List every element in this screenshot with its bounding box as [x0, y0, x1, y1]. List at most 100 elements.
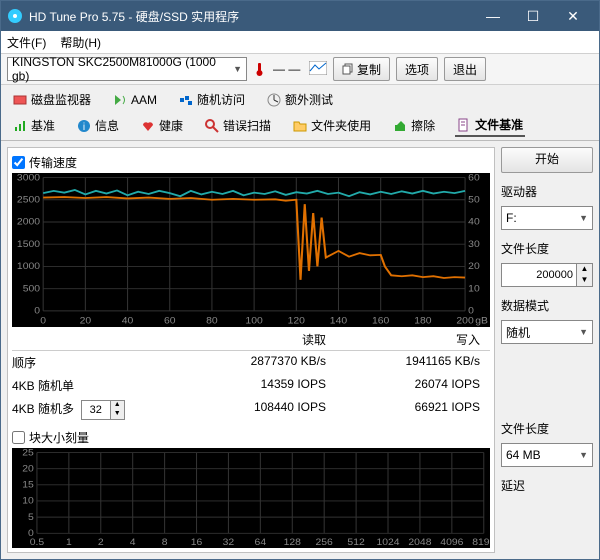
svg-text:4096: 4096 [440, 538, 463, 548]
title-bar: HD Tune Pro 5.75 - 硬盘/SSD 实用程序 — ☐ ✕ [1, 1, 599, 31]
tabs-row-2: 基准 i信息 健康 错误扫描 文件夹使用 擦除 文件基准 [1, 110, 599, 141]
svg-text:500: 500 [23, 284, 41, 294]
minimize-button[interactable]: — [473, 2, 513, 30]
svg-text:100: 100 [245, 316, 263, 326]
svg-text:10: 10 [468, 284, 480, 294]
svg-text:256: 256 [316, 538, 333, 548]
svg-text:2500: 2500 [17, 195, 41, 205]
svg-text:64: 64 [255, 538, 267, 548]
drive-label: 驱动器 [501, 183, 593, 200]
svg-text:gB: gB [475, 316, 488, 326]
tab-disk-monitor[interactable]: 磁盘监视器 [11, 89, 93, 110]
block-chart: 0510152025 0.512481632641282565121024204… [12, 448, 490, 548]
hdr-read: 读取 [182, 331, 336, 348]
spin-down-icon[interactable]: ▼ [110, 410, 124, 419]
menu-bar: 文件(F) 帮助(H) [1, 31, 599, 54]
hdr-write: 写入 [336, 331, 490, 348]
svg-text:512: 512 [347, 538, 364, 548]
svg-text:128: 128 [284, 538, 301, 548]
svg-text:140: 140 [330, 316, 348, 326]
svg-text:30: 30 [468, 239, 480, 249]
svg-text:3000: 3000 [17, 173, 41, 183]
tab-benchmark[interactable]: 基准 [11, 114, 57, 137]
chart-mini-icon[interactable] [309, 61, 327, 78]
spin-up-icon[interactable]: ▲ [576, 264, 592, 275]
start-button[interactable]: 开始 [501, 147, 593, 173]
tab-random-access[interactable]: 随机访问 [177, 89, 247, 110]
tab-health[interactable]: 健康 [139, 114, 185, 137]
block-size-checkbox[interactable]: 块大小刻量 [12, 429, 490, 446]
svg-text:10: 10 [22, 496, 34, 506]
menu-file[interactable]: 文件(F) [7, 34, 46, 51]
svg-text:20: 20 [80, 316, 92, 326]
svg-text:0: 0 [34, 306, 40, 316]
svg-text:60: 60 [164, 316, 176, 326]
copy-button[interactable]: 复制 [333, 57, 390, 81]
tab-info[interactable]: i信息 [75, 114, 121, 137]
tab-file-benchmark[interactable]: 文件基准 [455, 114, 525, 137]
svg-text:40: 40 [468, 217, 480, 227]
row-4k-single-label: 4KB 随机单 [12, 377, 182, 394]
file-length2-select[interactable]: 64 MB▼ [501, 443, 593, 467]
svg-text:16: 16 [191, 538, 203, 548]
transfer-speed-checkbox[interactable]: 传输速度 [12, 154, 490, 171]
chevron-down-icon: ▼ [579, 213, 588, 223]
svg-text:2048: 2048 [408, 538, 431, 548]
app-icon [7, 8, 23, 24]
close-button[interactable]: ✕ [553, 2, 593, 30]
svg-text:8: 8 [162, 538, 168, 548]
side-panel: 开始 驱动器 F:▼ 文件长度 ▲▼ 数据模式 随机▼ 文件长度 64 MB▼ … [501, 147, 593, 553]
svg-text:180: 180 [414, 316, 432, 326]
data-mode-select[interactable]: 随机▼ [501, 320, 593, 344]
4k-multi-write: 66921 IOPS [336, 400, 490, 420]
svg-text:8192: 8192 [472, 538, 490, 548]
temp-reading: — — [273, 62, 303, 76]
svg-text:50: 50 [468, 195, 480, 205]
svg-text:20: 20 [22, 464, 34, 474]
window-title: HD Tune Pro 5.75 - 硬盘/SSD 实用程序 [29, 8, 473, 25]
svg-text:4: 4 [130, 538, 136, 548]
svg-text:80: 80 [206, 316, 218, 326]
svg-text:200: 200 [456, 316, 474, 326]
threads-spinner[interactable]: ▲▼ [81, 400, 125, 420]
spin-down-icon[interactable]: ▼ [576, 275, 592, 286]
svg-text:32: 32 [223, 538, 235, 548]
svg-text:i: i [83, 122, 85, 133]
svg-text:25: 25 [22, 448, 34, 458]
chevron-down-icon: ▼ [579, 327, 588, 337]
4k-multi-read: 108440 IOPS [182, 400, 336, 420]
drive-select[interactable]: KINGSTON SKC2500M81000G (1000 gb) ▼ [7, 57, 247, 81]
toolbar: KINGSTON SKC2500M81000G (1000 gb) ▼ — — … [1, 54, 599, 85]
svg-text:5: 5 [28, 513, 34, 523]
svg-text:1024: 1024 [376, 538, 400, 548]
spin-up-icon[interactable]: ▲ [110, 401, 124, 410]
maximize-button[interactable]: ☐ [513, 2, 553, 30]
menu-help[interactable]: 帮助(H) [60, 34, 101, 51]
tab-erase[interactable]: 擦除 [391, 114, 437, 137]
options-button[interactable]: 选项 [396, 57, 438, 81]
seq-write: 1941165 KB/s [336, 354, 490, 371]
svg-text:60: 60 [468, 173, 480, 183]
tab-folder-usage[interactable]: 文件夹使用 [291, 114, 373, 137]
svg-text:1: 1 [66, 538, 72, 548]
svg-text:40: 40 [122, 316, 134, 326]
tab-aam[interactable]: AAM [111, 89, 159, 110]
4k-single-read: 14359 IOPS [182, 377, 336, 394]
transfer-chart: 050010001500200025003000 0102030405060 0… [12, 173, 490, 327]
svg-text:1500: 1500 [17, 239, 41, 249]
tab-error-scan[interactable]: 错误扫描 [203, 114, 273, 137]
svg-text:2: 2 [98, 538, 104, 548]
file-length-spinner[interactable]: ▲▼ [501, 263, 593, 287]
4k-single-write: 26074 IOPS [336, 377, 490, 394]
svg-text:160: 160 [372, 316, 390, 326]
svg-text:20: 20 [468, 262, 480, 272]
svg-text:120: 120 [288, 316, 306, 326]
exit-button[interactable]: 退出 [444, 57, 486, 81]
tabs-row-1: 磁盘监视器 AAM 随机访问 额外测试 [1, 85, 599, 110]
tab-extra-tests[interactable]: 额外测试 [265, 89, 335, 110]
drive-letter-select[interactable]: F:▼ [501, 206, 593, 230]
drive-selected-text: KINGSTON SKC2500M81000G (1000 gb) [12, 55, 233, 83]
row-seq-label: 顺序 [12, 354, 182, 371]
main-panel: 传输速度 MB/s ms 050010001500200025003000 01… [7, 147, 495, 553]
file-length-label: 文件长度 [501, 240, 593, 257]
